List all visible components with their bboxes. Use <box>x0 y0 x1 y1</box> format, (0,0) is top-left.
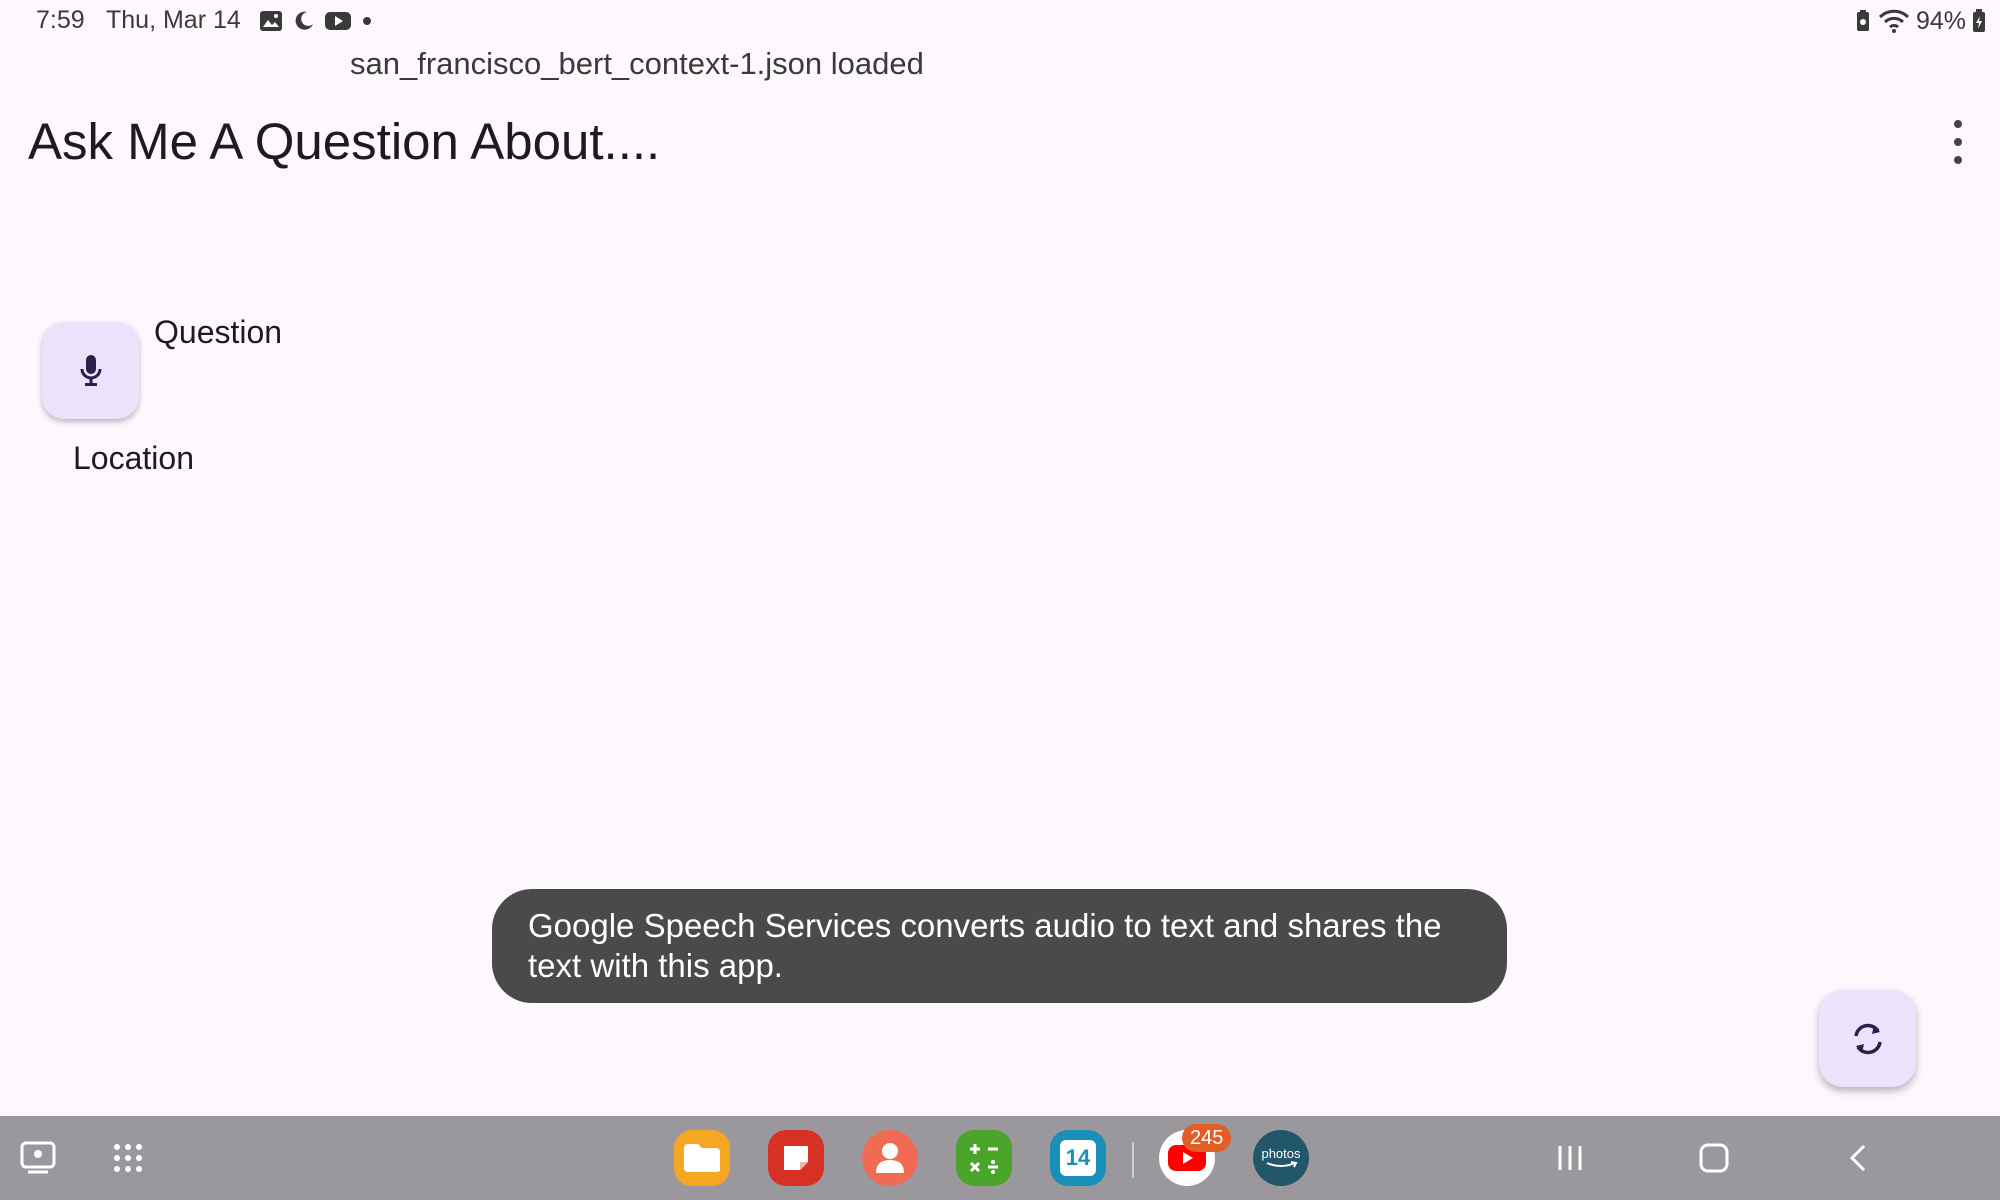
more-vert-icon <box>1954 120 1962 128</box>
calendar-icon: 14 <box>1060 1140 1096 1176</box>
taskbar-divider <box>1132 1142 1134 1178</box>
battery-percent: 94% <box>1915 6 1966 35</box>
amazon-photos-app[interactable]: photos <box>1253 1130 1309 1186</box>
more-vert-dot <box>1954 156 1962 164</box>
person-icon <box>876 1143 904 1173</box>
more-options-button[interactable] <box>1946 120 1970 164</box>
wifi-icon <box>1878 9 1910 33</box>
youtube-icon <box>325 12 351 30</box>
calendar-app[interactable]: 14 <box>1050 1130 1106 1186</box>
youtube-badge: 245 <box>1182 1124 1232 1152</box>
question-label: Question <box>154 314 283 350</box>
calculator-app[interactable] <box>956 1130 1012 1186</box>
refresh-icon <box>1853 1023 1882 1054</box>
home-nav-button[interactable] <box>1694 1138 1734 1178</box>
battery-saver-icon <box>1856 10 1869 31</box>
speech-services-toast: Google Speech Services converts audio to… <box>492 889 1507 1003</box>
dot-icon <box>363 17 371 25</box>
more-vert-dot <box>1954 138 1962 146</box>
status-icons-right: 94% <box>1854 6 1986 36</box>
notes-app[interactable] <box>768 1130 824 1186</box>
app-drawer-button[interactable] <box>108 1138 148 1178</box>
status-time: 7:59 <box>36 6 85 34</box>
file-loaded-message: san_francisco_bert_context-1.json loaded <box>350 46 924 81</box>
location-label: Location <box>73 440 194 476</box>
status-date: Thu, Mar 14 <box>106 6 241 34</box>
files-app[interactable] <box>674 1130 730 1186</box>
battery-icon <box>1973 9 1985 32</box>
recents-icon <box>1558 1146 1582 1170</box>
status-icons-left <box>258 6 374 36</box>
page-title: Ask Me A Question About.... <box>28 113 661 170</box>
photos-label: photos <box>1261 1146 1301 1161</box>
apps-panel-icon <box>20 1141 56 1174</box>
home-icon <box>1699 1143 1729 1173</box>
mic-icon <box>80 354 101 386</box>
grid-icon <box>114 1144 142 1172</box>
calendar-day: 14 <box>1065 1145 1091 1170</box>
gallery-icon <box>260 11 282 31</box>
refresh-button[interactable] <box>1819 990 1916 1087</box>
back-nav-button[interactable] <box>1838 1138 1878 1178</box>
contacts-app[interactable] <box>862 1130 918 1186</box>
back-icon <box>1849 1144 1866 1172</box>
calculator-icon <box>969 1144 998 1174</box>
recents-nav-button[interactable] <box>1550 1138 1590 1178</box>
moon-icon <box>295 11 313 30</box>
note-icon <box>784 1146 808 1170</box>
recent-apps-shortcut[interactable] <box>18 1138 58 1178</box>
smile-arrow-icon <box>1266 1161 1298 1168</box>
mic-button[interactable] <box>42 322 139 419</box>
folder-icon <box>684 1144 720 1172</box>
